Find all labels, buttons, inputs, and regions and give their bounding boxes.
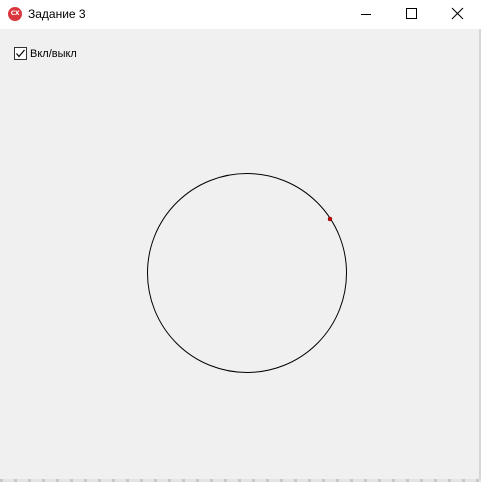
minimize-icon bbox=[361, 14, 371, 15]
close-button[interactable] bbox=[435, 0, 481, 29]
orbit-circle bbox=[147, 173, 347, 373]
close-icon bbox=[451, 7, 464, 20]
title-bar[interactable]: CX Задание 3 bbox=[0, 0, 481, 29]
moving-point bbox=[327, 216, 333, 222]
app-icon: CX bbox=[8, 7, 22, 21]
drawing-canvas bbox=[147, 173, 347, 373]
minimize-button[interactable] bbox=[343, 0, 389, 29]
maximize-icon bbox=[406, 8, 417, 19]
window-title: Задание 3 bbox=[28, 7, 86, 21]
app-window: CX Задание 3 Вкл/выкл bbox=[0, 0, 481, 482]
maximize-button[interactable] bbox=[389, 0, 435, 29]
